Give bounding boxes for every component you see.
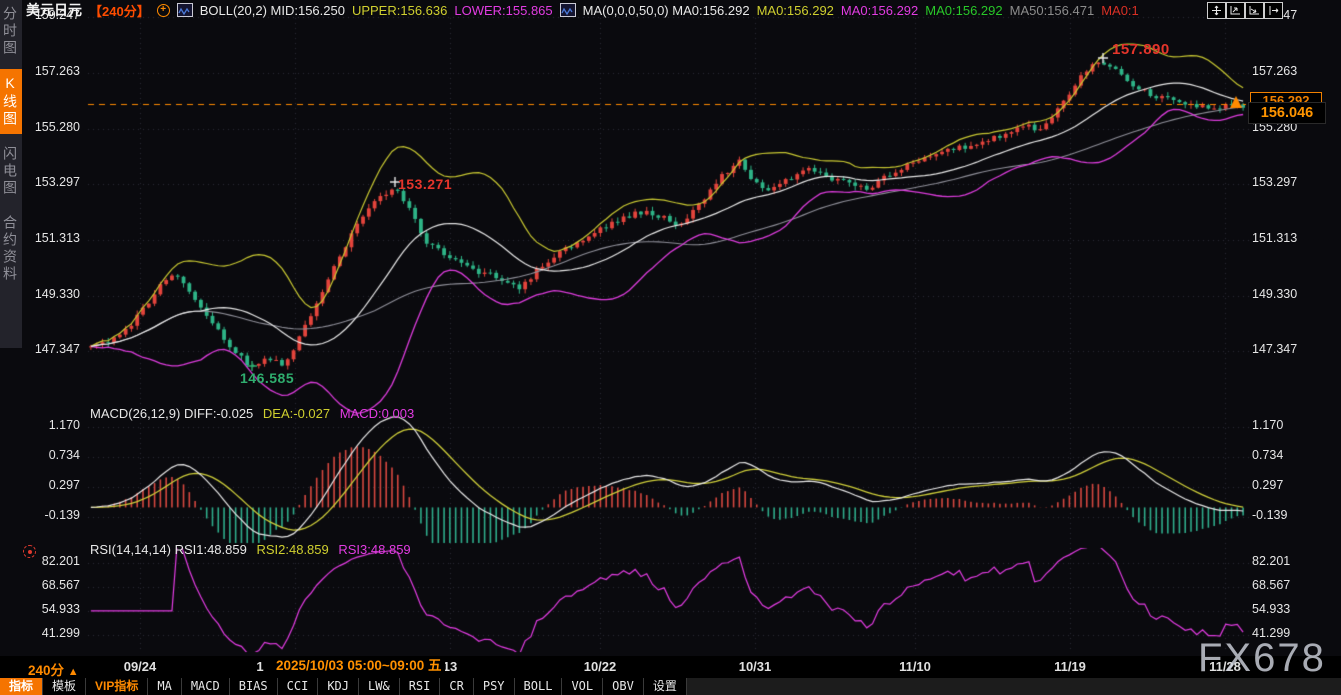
toolbar-item-cr[interactable]: CR	[440, 678, 473, 695]
period-arrow-icon: ▲	[68, 666, 79, 678]
scale-up-axis-icon[interactable]	[1226, 2, 1245, 19]
rsi-axis-label: 82.201	[20, 554, 80, 568]
indicator-toolbar: 指标 模板 VIP指标 MA MACD BIAS CCI KDJ LW& RSI…	[0, 678, 1341, 695]
toolbar-item-macd[interactable]: MACD	[182, 678, 230, 695]
date-label: 10/31	[727, 659, 783, 674]
rsi-axis-label: 41.299	[20, 626, 80, 640]
macd-axis-label: -0.139	[20, 508, 80, 522]
macd-axis-label: 0.297	[20, 478, 80, 492]
toolbar-item-vip-indicator[interactable]: VIP指标	[86, 678, 148, 695]
toolbar-item-cci[interactable]: CCI	[278, 678, 319, 695]
sidebar-item-contract-info[interactable]: 合约资料	[0, 209, 22, 289]
chart-canvas[interactable]	[0, 0, 1341, 695]
toolbar-item-obv[interactable]: OBV	[603, 678, 644, 695]
sidebar-item-kline[interactable]: K线图	[0, 69, 22, 134]
rsi-axis-label: 68.567	[1252, 578, 1312, 592]
rsi-axis-label: 82.201	[1252, 554, 1312, 568]
macd-params: MACD(26,12,9)	[90, 406, 180, 421]
date-label: 11/19	[1042, 659, 1098, 674]
price-label-right: 153.297	[1252, 175, 1312, 189]
macd-title: MACD(26,12,9) DIFF:-0.025 DEA:-0.027 MAC…	[90, 406, 414, 421]
ma0-white-value: MA(0,0,0,50,0) MA0:156.292	[583, 3, 750, 18]
toolbar-item-kdj[interactable]: KDJ	[318, 678, 359, 695]
macd-axis-label: 1.170	[1252, 418, 1312, 432]
price-label-left: 147.347	[20, 342, 80, 356]
macd-axis-label: -0.139	[1252, 508, 1312, 522]
toolbar-item-template[interactable]: 模板	[43, 678, 86, 695]
symbol-title: 美元日元	[26, 0, 82, 20]
ma0-yellow-value: MA0:156.292	[757, 3, 834, 18]
date-fragment-left: 1	[252, 659, 268, 674]
boll-upper-value: UPPER:156.636	[352, 3, 447, 18]
date-label: 11/10	[887, 659, 943, 674]
scale-right-axis-icon[interactable]	[1245, 2, 1264, 19]
date-label: 09/24	[112, 659, 168, 674]
toolbar-item-lwr[interactable]: LW&	[359, 678, 400, 695]
macd-hist-value: MACD:0.003	[340, 406, 414, 421]
toolbar-item-ma[interactable]: MA	[148, 678, 181, 695]
macd-diff-value: DIFF:-0.025	[184, 406, 253, 421]
ma50-value: MA50:156.471	[1010, 3, 1095, 18]
price-label-right: 157.263	[1252, 64, 1312, 78]
price-label-left: 157.263	[20, 64, 80, 78]
period-tag[interactable]: 【240分】	[89, 1, 150, 20]
date-label: 10/22	[572, 659, 628, 674]
app-window: 分时图 K线图 闪电图 合约资料 美元日元 【240分】 + BOLL(20,2…	[0, 0, 1341, 695]
boll-indicator-icon[interactable]	[177, 3, 193, 17]
period-selector[interactable]: 240分 ▲	[28, 659, 79, 679]
price-label-left: 155.280	[20, 120, 80, 134]
circle-plus-icon[interactable]: +	[157, 4, 170, 17]
sidebar: 分时图 K线图 闪电图 合约资料	[0, 0, 22, 348]
top-indicator-bar: 美元日元 【240分】 + BOLL(20,2) MID:156.250 UPP…	[22, 0, 1341, 20]
macd-axis-label: 0.734	[20, 448, 80, 462]
rsi-title: RSI(14,14,14) RSI1:48.859 RSI2:48.859 RS…	[90, 542, 411, 557]
peak-price-annotation: 157.890	[1112, 41, 1170, 58]
price-label-right: 151.313	[1252, 231, 1312, 245]
candle-time-tooltip: 2025/10/03 05:00~09:00 五	[273, 657, 445, 675]
ma0-red-value: MA0:1	[1101, 3, 1139, 18]
go-latest-icon[interactable]	[1264, 2, 1283, 19]
toolbar-item-rsi[interactable]: RSI	[400, 678, 441, 695]
boll-mid-value: BOLL(20,2) MID:156.250	[200, 3, 345, 18]
sidebar-item-timeline[interactable]: 分时图	[0, 0, 22, 63]
rsi1-value: RSI1:48.859	[175, 542, 247, 557]
rsi-params: RSI(14,14,14)	[90, 542, 171, 557]
macd-axis-label: 0.297	[1252, 478, 1312, 492]
price-label-left: 153.297	[20, 175, 80, 189]
toolbar-item-vol[interactable]: VOL	[562, 678, 603, 695]
price-label-left: 151.313	[20, 231, 80, 245]
toolbar-item-indicator[interactable]: 指标	[0, 678, 43, 695]
rsi3-value: RSI3:48.859	[338, 542, 410, 557]
macd-axis-label: 0.734	[1252, 448, 1312, 462]
last-price-tag: 156.046	[1248, 102, 1326, 124]
ma0-green-value: MA0:156.292	[925, 3, 1002, 18]
price-label-right: 149.330	[1252, 287, 1312, 301]
fx678-watermark: FX678	[1198, 636, 1326, 681]
rsi-axis-label: 54.933	[1252, 602, 1312, 616]
toolbar-item-psy[interactable]: PSY	[474, 678, 515, 695]
toolbar-item-bias[interactable]: BIAS	[230, 678, 278, 695]
rsi2-value: RSI2:48.859	[256, 542, 328, 557]
crosshair-move-icon[interactable]	[1207, 2, 1226, 19]
swing-low-annotation: 146.585	[240, 370, 294, 386]
rsi-axis-label: 54.933	[20, 602, 80, 616]
macd-dea-value: DEA:-0.027	[263, 406, 330, 421]
toolbar-item-settings[interactable]: 设置	[644, 678, 687, 695]
ma0-magenta-value: MA0:156.292	[841, 3, 918, 18]
toolbar-item-boll[interactable]: BOLL	[515, 678, 563, 695]
sidebar-item-flash[interactable]: 闪电图	[0, 140, 22, 203]
time-axis: 240分 ▲ 09/24 10/22 10/31 11/10 11/19 11/…	[0, 656, 1341, 678]
price-label-right: 147.347	[1252, 342, 1312, 356]
price-label-left: 149.330	[20, 287, 80, 301]
ma-indicator-icon[interactable]	[560, 3, 576, 17]
rsi-axis-label: 68.567	[20, 578, 80, 592]
macd-axis-label: 1.170	[20, 418, 80, 432]
swing-high-annotation: 153.271	[398, 176, 452, 192]
boll-lower-value: LOWER:155.865	[454, 3, 552, 18]
